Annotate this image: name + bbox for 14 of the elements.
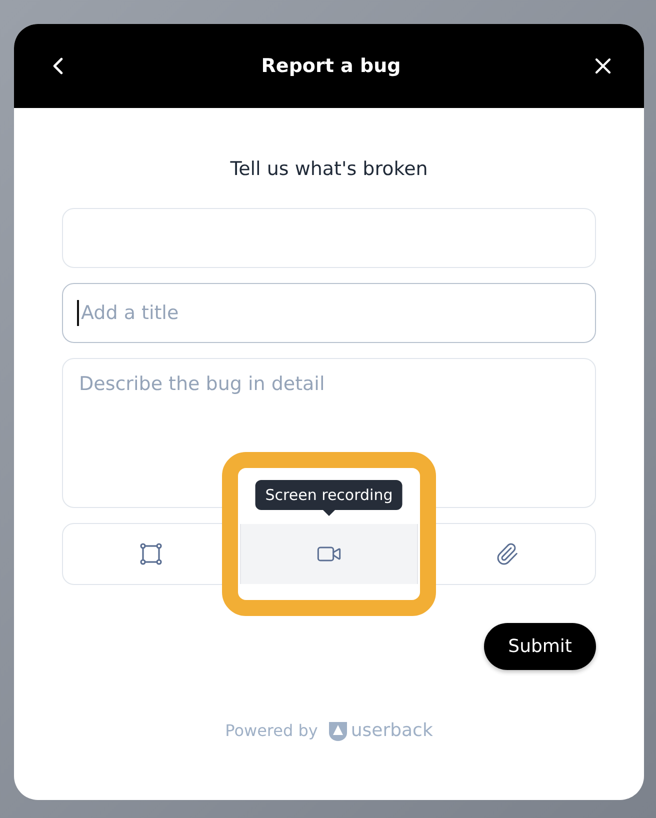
input-field[interactable]	[62, 208, 596, 268]
paperclip-icon	[494, 542, 519, 566]
crop-frame-icon	[140, 543, 162, 565]
tooltip: Screen recording	[255, 480, 403, 510]
logo-icon	[328, 720, 348, 740]
input-field[interactable]: Add a title	[62, 283, 596, 343]
brand-name: userback	[350, 720, 433, 741]
dialog-title: Report a bug	[261, 55, 401, 77]
submit-button[interactable]: Submit	[484, 623, 596, 670]
powered-by-text: Powered by	[225, 721, 318, 740]
record-button[interactable]	[240, 524, 418, 584]
text-cursor	[77, 300, 79, 326]
form-heading: Tell us what's broken	[229, 158, 429, 180]
tooltip-arrow	[323, 510, 335, 516]
